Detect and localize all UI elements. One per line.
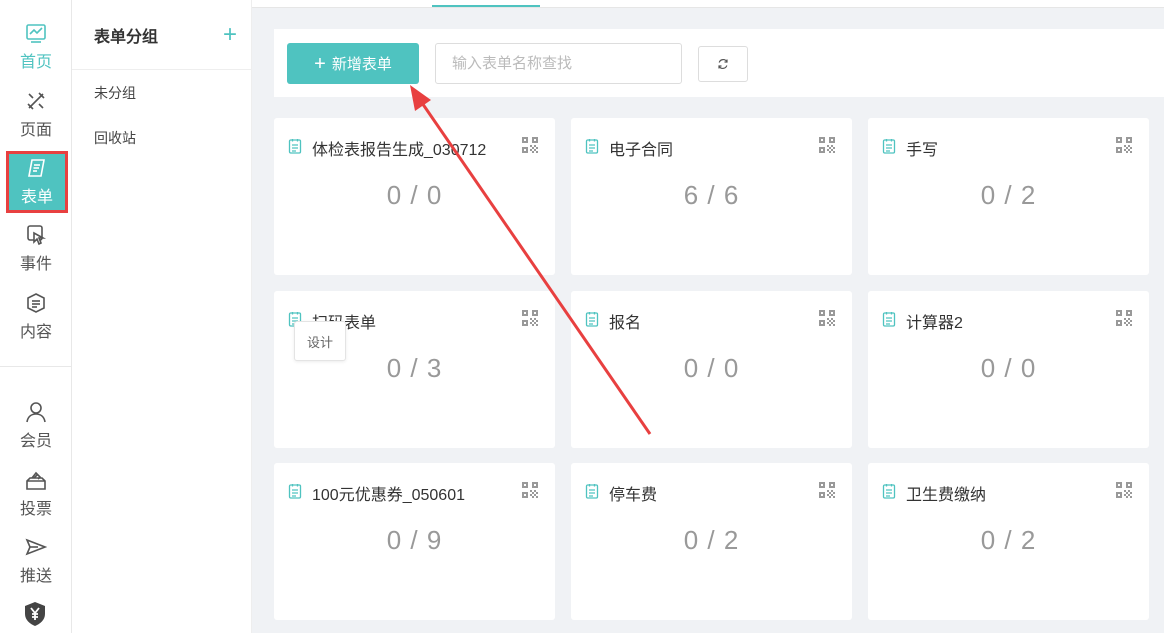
group-panel-header: 表单分组 +: [72, 0, 251, 70]
nav-item-vote[interactable]: 投票: [0, 461, 72, 527]
yen-shield-icon[interactable]: [24, 601, 46, 632]
document-icon: [27, 293, 45, 313]
form-card[interactable]: 卫生费缴纳 0 / 2: [868, 463, 1149, 620]
clipboard-icon: [288, 138, 302, 154]
nav-divider: [0, 366, 72, 367]
form-card-count: 6 / 6: [683, 180, 740, 210]
group-item-recycle-bin[interactable]: 回收站: [72, 115, 251, 160]
nav-label-content: 内容: [19, 324, 52, 341]
clipboard-icon: [585, 138, 599, 154]
refresh-icon: [718, 58, 728, 70]
nav-label-events: 事件: [19, 256, 52, 273]
form-card-title: 电子合同: [609, 142, 674, 159]
form-card-title: 卫生费缴纳: [906, 487, 987, 504]
plus-icon: +: [314, 52, 326, 75]
form-card[interactable]: 停车费 0 / 2: [571, 463, 852, 620]
qr-code-icon[interactable]: [1115, 481, 1133, 499]
clipboard-icon: [585, 483, 599, 499]
nav-label-vote: 投票: [19, 501, 52, 518]
clipboard-icon: [882, 311, 896, 327]
qr-code-icon[interactable]: [818, 136, 836, 154]
nav-label-members: 会员: [19, 433, 52, 450]
nav-rail: 首页 页面 表单 事件 内容 会员 投票 推送: [0, 0, 72, 633]
design-tooltip[interactable]: 设计: [294, 321, 346, 361]
qr-code-icon[interactable]: [818, 481, 836, 499]
qr-code-icon[interactable]: [521, 309, 539, 327]
clipboard-icon: [585, 311, 599, 327]
add-form-label: 新增表单: [331, 56, 392, 73]
form-card-title: 报名: [609, 315, 642, 332]
touch-icon: [27, 225, 47, 246]
nav-item-content[interactable]: 内容: [0, 284, 72, 350]
form-card[interactable]: 报名 0 / 0: [571, 291, 852, 448]
clipboard-icon: [288, 483, 302, 499]
form-card-title: 100元优惠券_050601: [312, 487, 465, 504]
nav-item-home[interactable]: 首页: [0, 14, 72, 80]
nav-item-members[interactable]: 会员: [0, 393, 72, 459]
qr-code-icon[interactable]: [521, 481, 539, 499]
group-item-ungrouped[interactable]: 未分组: [72, 70, 251, 115]
form-card-title: 停车费: [609, 487, 658, 504]
nav-item-forms[interactable]: 表单: [6, 151, 68, 213]
qr-code-icon[interactable]: [521, 136, 539, 154]
form-card-count: 0 / 2: [980, 180, 1037, 210]
add-form-button[interactable]: + 新增表单: [287, 43, 419, 84]
form-card-count: 0 / 0: [683, 353, 740, 383]
active-tab-indicator: [432, 5, 540, 7]
form-card-count: 0 / 0: [980, 353, 1037, 383]
form-card[interactable]: 体检表报告生成_030712 0 / 0: [274, 118, 555, 275]
refresh-button[interactable]: [698, 46, 748, 82]
clipboard-icon: [882, 138, 896, 154]
nav-label-forms: 表单: [20, 189, 53, 206]
send-icon: [25, 538, 47, 556]
form-card[interactable]: 扫码表单0 / 3: [274, 291, 555, 448]
nav-item-push[interactable]: 推送: [0, 528, 72, 594]
nav-item-pages[interactable]: 页面: [0, 82, 72, 148]
toolbar: + 新增表单: [274, 29, 1164, 97]
add-group-button[interactable]: +: [223, 22, 237, 47]
form-card-count: 0 / 2: [683, 525, 740, 555]
form-card-count: 0 / 2: [980, 525, 1037, 555]
nav-label-pages: 页面: [19, 122, 52, 139]
vote-box-icon: [26, 471, 46, 490]
form-card-title: 手写: [906, 142, 939, 159]
form-card[interactable]: 100元优惠券_050601 0 / 9: [274, 463, 555, 620]
form-card-title: 计算器2: [906, 315, 963, 332]
form-card-count: 0 / 9: [386, 525, 443, 555]
nav-label-push: 推送: [19, 568, 52, 585]
form-icon: [28, 159, 45, 177]
group-panel-title: 表单分组: [94, 28, 159, 46]
qr-code-icon[interactable]: [1115, 309, 1133, 327]
form-card-title: 体检表报告生成_030712: [312, 142, 487, 159]
form-card-count: 0 / 0: [386, 180, 443, 210]
form-card[interactable]: 手写 0 / 2: [868, 118, 1149, 275]
nav-item-events[interactable]: 事件: [0, 216, 72, 282]
chart-icon: [26, 24, 46, 43]
search-input[interactable]: [435, 43, 682, 84]
qr-code-icon[interactable]: [1115, 136, 1133, 154]
qr-code-icon[interactable]: [818, 309, 836, 327]
form-card[interactable]: 电子合同 6 / 6: [571, 118, 852, 275]
form-group-panel: 表单分组 + 未分组 回收站: [72, 0, 252, 633]
top-tab-strip: [252, 0, 1164, 8]
nav-label-home: 首页: [19, 54, 52, 71]
design-tools-icon: [27, 92, 45, 110]
clipboard-icon: [882, 483, 896, 499]
user-icon: [26, 402, 46, 423]
form-card[interactable]: 计算器2 0 / 0: [868, 291, 1149, 448]
